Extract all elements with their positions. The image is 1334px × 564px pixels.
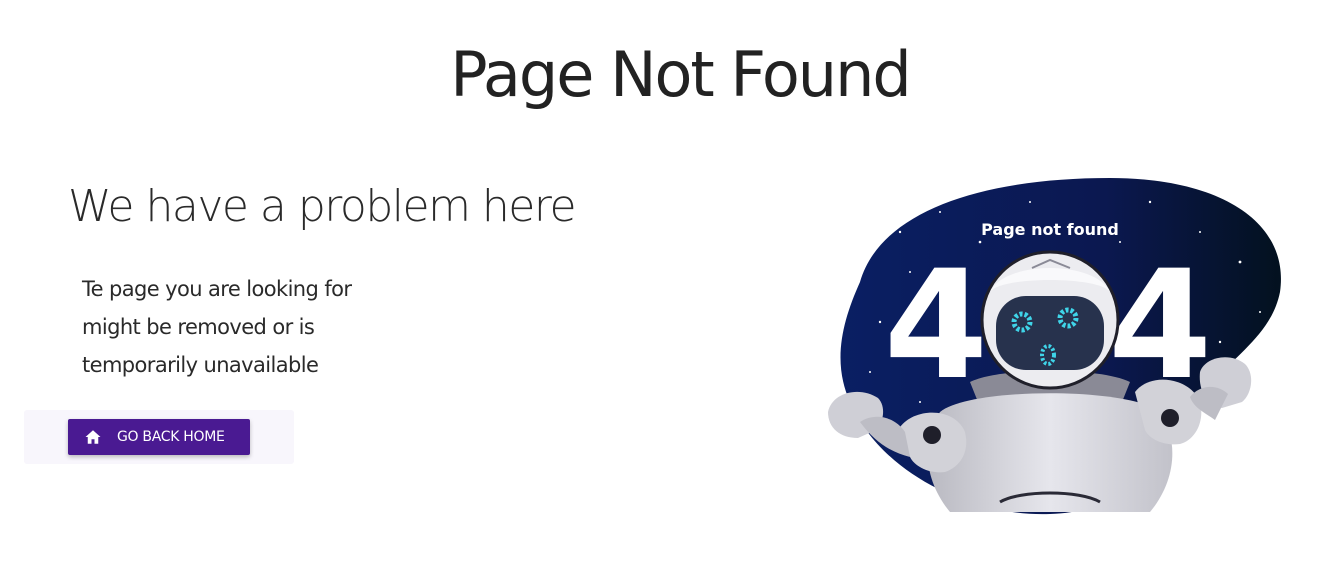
description-line: temporarily unavailable <box>82 353 319 377</box>
home-icon <box>85 430 101 444</box>
not-found-page: Page Not Found We have a problem here Te… <box>0 0 1334 564</box>
problem-heading: We have a problem here <box>68 181 577 232</box>
go-back-home-label: GO BACK HOME <box>117 429 225 445</box>
error-description: Te page you are looking for might be rem… <box>82 270 402 384</box>
robot-404-illustration: Page not found 4 4 <box>828 178 1281 515</box>
description-line: might be removed or is <box>82 315 315 339</box>
illustration-caption: Page not found <box>981 220 1119 239</box>
page-title: Page Not Found <box>450 38 911 111</box>
robot-face-screen <box>996 296 1104 370</box>
go-back-home-button[interactable]: GO BACK HOME <box>68 419 250 455</box>
description-line: Te page you are looking for <box>82 277 352 301</box>
